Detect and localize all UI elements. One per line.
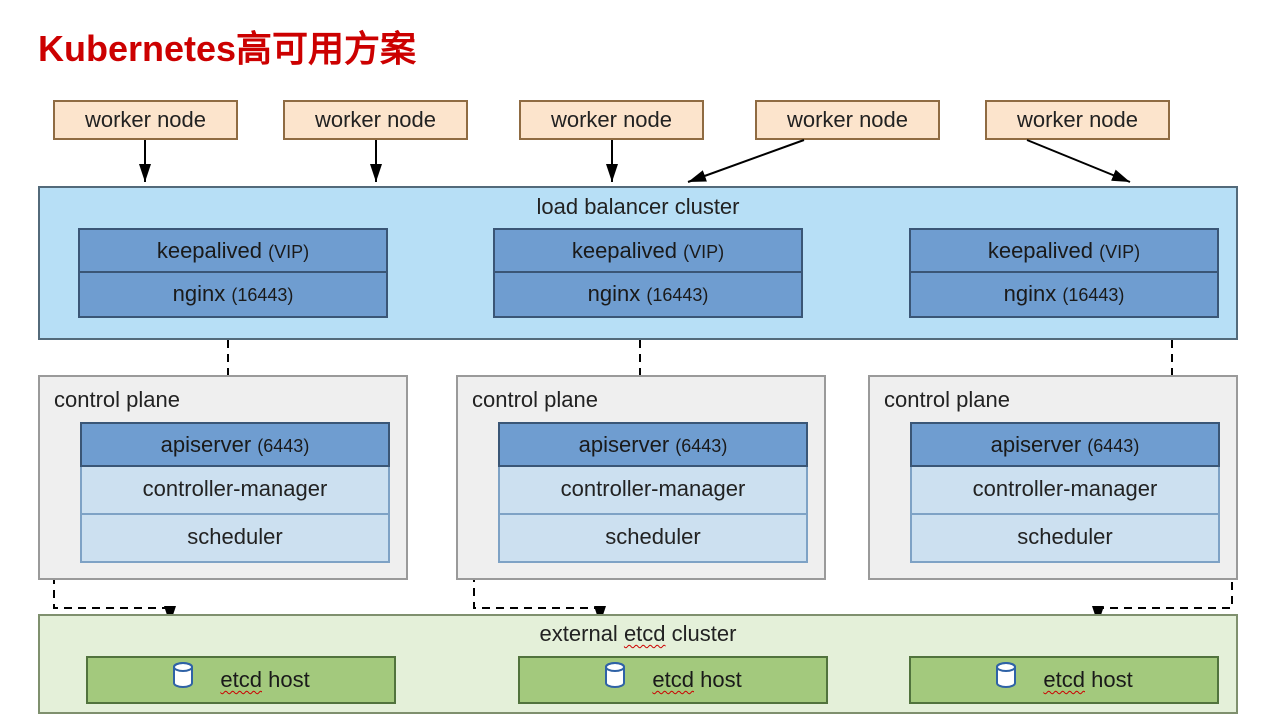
keepalived-label: keepalived <box>572 238 677 263</box>
controller-manager-box-2: controller-manager <box>498 467 808 515</box>
keepalived-label: keepalived <box>988 238 1093 263</box>
nginx-port: (16443) <box>1062 285 1124 305</box>
nginx-box-3: nginx (16443) <box>909 273 1219 318</box>
keepalived-port: (VIP) <box>1099 242 1140 262</box>
lb-unit-1: keepalived (VIP) nginx (16443) <box>78 228 388 318</box>
apiserver-box-2: apiserver (6443) <box>498 422 808 467</box>
etcd-host-3: etcd host <box>909 656 1219 704</box>
etcd-cluster-title: external etcd cluster <box>40 621 1236 647</box>
control-plane-1: control plane apiserver (6443) controlle… <box>38 375 408 580</box>
apiserver-port: (6443) <box>1087 436 1139 456</box>
apiserver-label: apiserver <box>579 432 669 457</box>
page-title: Kubernetes高可用方案 <box>38 20 416 72</box>
control-plane-title: control plane <box>54 387 180 413</box>
nginx-label: nginx <box>1004 281 1057 306</box>
etcd-host-word: host <box>1085 667 1133 692</box>
database-icon <box>172 659 194 703</box>
cp-stack-1: apiserver (6443) controller-manager sche… <box>80 422 390 563</box>
control-plane-3: control plane apiserver (6443) controlle… <box>868 375 1238 580</box>
keepalived-label: keepalived <box>157 238 262 263</box>
apiserver-label: apiserver <box>991 432 1081 457</box>
load-balancer-cluster: load balancer cluster keepalived (VIP) n… <box>38 186 1238 340</box>
scheduler-box-3: scheduler <box>910 515 1220 563</box>
etcd-host-1: etcd host <box>86 656 396 704</box>
worker-node-2: worker node <box>283 100 468 140</box>
nginx-label: nginx <box>173 281 226 306</box>
apiserver-box-1: apiserver (6443) <box>80 422 390 467</box>
apiserver-port: (6443) <box>675 436 727 456</box>
apiserver-box-3: apiserver (6443) <box>910 422 1220 467</box>
database-icon <box>604 659 626 703</box>
keepalived-box-1: keepalived (VIP) <box>78 228 388 273</box>
etcd-underlined: etcd <box>220 667 262 692</box>
nginx-port: (16443) <box>231 285 293 305</box>
etcd-host-2: etcd host <box>518 656 828 704</box>
etcd-host-word: host <box>694 667 742 692</box>
keepalived-box-3: keepalived (VIP) <box>909 228 1219 273</box>
apiserver-port: (6443) <box>257 436 309 456</box>
cp-stack-3: apiserver (6443) controller-manager sche… <box>910 422 1220 563</box>
nginx-port: (16443) <box>646 285 708 305</box>
control-plane-title: control plane <box>884 387 1010 413</box>
etcd-host-word: host <box>262 667 310 692</box>
worker-node-5: worker node <box>985 100 1170 140</box>
etcd-underlined: etcd <box>624 621 666 646</box>
keepalived-box-2: keepalived (VIP) <box>493 228 803 273</box>
worker-node-4: worker node <box>755 100 940 140</box>
worker-node-1: worker node <box>53 100 238 140</box>
control-plane-2: control plane apiserver (6443) controlle… <box>456 375 826 580</box>
database-icon <box>995 659 1017 703</box>
etcd-cluster: external etcd cluster etcd host etcd hos… <box>38 614 1238 714</box>
controller-manager-box-3: controller-manager <box>910 467 1220 515</box>
control-plane-title: control plane <box>472 387 598 413</box>
keepalived-port: (VIP) <box>268 242 309 262</box>
nginx-box-2: nginx (16443) <box>493 273 803 318</box>
lb-unit-2: keepalived (VIP) nginx (16443) <box>493 228 803 318</box>
nginx-label: nginx <box>588 281 641 306</box>
lb-unit-3: keepalived (VIP) nginx (16443) <box>909 228 1219 318</box>
scheduler-box-1: scheduler <box>80 515 390 563</box>
controller-manager-box-1: controller-manager <box>80 467 390 515</box>
lb-cluster-title: load balancer cluster <box>40 194 1236 220</box>
apiserver-label: apiserver <box>161 432 251 457</box>
scheduler-box-2: scheduler <box>498 515 808 563</box>
etcd-underlined: etcd <box>652 667 694 692</box>
keepalived-port: (VIP) <box>683 242 724 262</box>
nginx-box-1: nginx (16443) <box>78 273 388 318</box>
worker-node-3: worker node <box>519 100 704 140</box>
etcd-underlined: etcd <box>1043 667 1085 692</box>
cp-stack-2: apiserver (6443) controller-manager sche… <box>498 422 808 563</box>
